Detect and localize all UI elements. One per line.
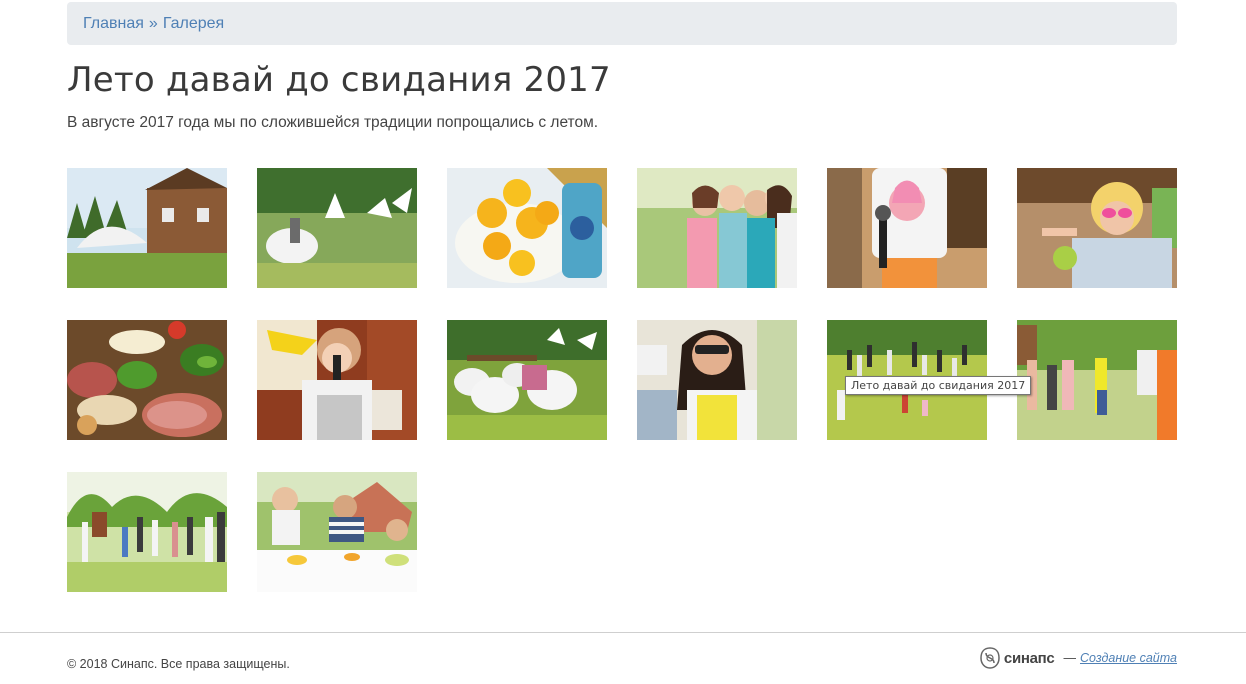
house-tent-photo	[67, 168, 227, 288]
breadcrumb-gallery-link[interactable]: Галерея	[163, 15, 224, 33]
girls-selfie-photo	[637, 168, 797, 288]
breadcrumb: Главная » Галерея	[67, 2, 1177, 45]
lemons-bowl-photo	[447, 168, 607, 288]
page-title: Лето давай до свидания 2017	[67, 60, 611, 100]
people-standing-photo	[1017, 320, 1177, 440]
breadcrumb-separator: »	[148, 14, 158, 32]
girl-sunglasses-photo	[1017, 168, 1177, 288]
gallery-thumb-lemons-bowl[interactable]	[447, 168, 607, 288]
gallery-thumb-people-park[interactable]	[67, 472, 227, 592]
gallery-thumb-people-standing[interactable]	[1017, 320, 1177, 440]
beanbags-group-photo	[447, 320, 607, 440]
synapse-brand-text: синапс	[1003, 649, 1055, 667]
page-description: В августе 2017 года мы по сложившейся тр…	[67, 114, 599, 131]
child-microphone-photo	[827, 168, 987, 288]
synapse-logo-icon	[980, 647, 1000, 669]
food-platter-photo	[67, 320, 227, 440]
gallery-thumb-white-beanbags[interactable]	[257, 168, 417, 288]
woman-sunglasses-photo	[637, 320, 797, 440]
site-creation-link[interactable]: Создание сайта	[1080, 651, 1177, 665]
gallery-thumb-food-platter[interactable]	[67, 320, 227, 440]
girl-singing-photo	[257, 320, 417, 440]
gallery-thumb-girls-selfie[interactable]	[637, 168, 797, 288]
credit-dash: —	[1063, 651, 1076, 665]
gallery-thumb-house-tent[interactable]	[67, 168, 227, 288]
breadcrumb-home-link[interactable]: Главная	[83, 15, 144, 33]
synapse-logo: синапс	[980, 647, 1055, 669]
footer-divider	[0, 632, 1246, 633]
people-park-photo	[67, 472, 227, 592]
image-tooltip: Лето давай до свидания 2017	[845, 376, 1032, 395]
footer-credit: синапс — Создание сайта	[980, 647, 1177, 669]
gallery-thumb-children-table[interactable]	[257, 472, 417, 592]
gallery-thumb-girl-singing[interactable]	[257, 320, 417, 440]
white-beanbags-photo	[257, 168, 417, 288]
children-table-photo	[257, 472, 417, 592]
footer-copyright: © 2018 Синапс. Все права защищены.	[67, 657, 290, 671]
gallery-thumb-girl-sunglasses[interactable]	[1017, 168, 1177, 288]
gallery-thumb-woman-sunglasses[interactable]	[637, 320, 797, 440]
gallery-thumb-beanbags-group[interactable]	[447, 320, 607, 440]
gallery-thumb-child-microphone[interactable]	[827, 168, 987, 288]
